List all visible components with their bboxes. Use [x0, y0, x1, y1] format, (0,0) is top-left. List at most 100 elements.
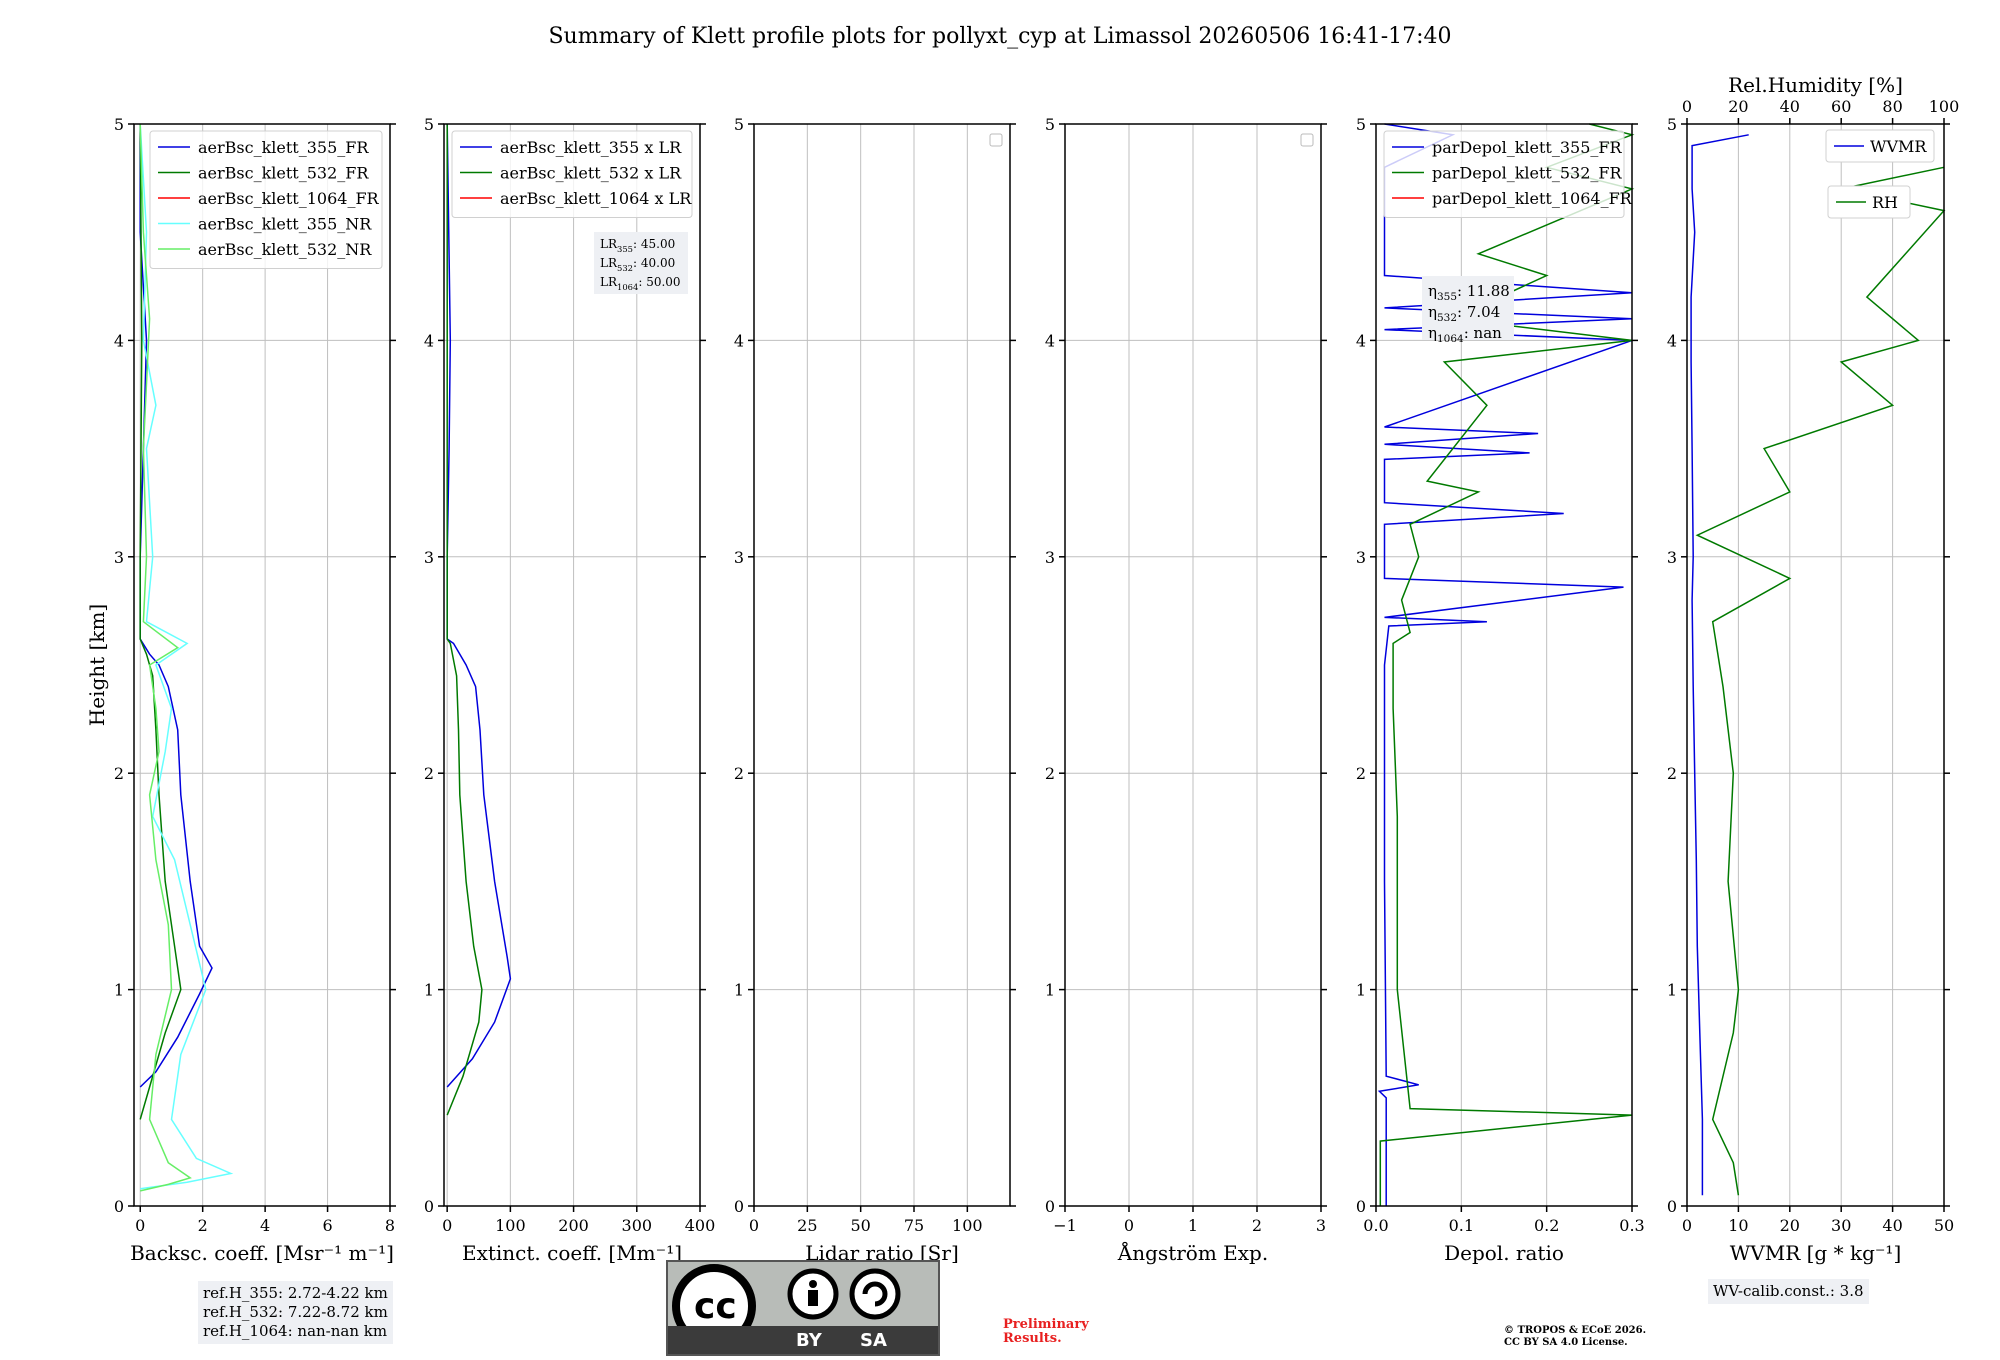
x2-tick-label: 0 — [1682, 97, 1692, 116]
legend-label: WVMR — [1870, 137, 1927, 156]
y-tick-label: 0 — [114, 1197, 124, 1216]
x-tick-label: 25 — [797, 1216, 817, 1235]
legend: aerBsc_klett_355_FR aerBsc_klett_532_FRae… — [149, 130, 383, 269]
legend-label: aerBsc_klett_532 x LR — [500, 164, 682, 183]
lidar-ratio-info: LR355: 45.00LR532: 40.00LR1064: 50.00 — [594, 232, 688, 294]
copyright-note: © TROPOS & ECoE 2026. CC BY SA 4.0 Licen… — [1504, 1325, 1646, 1349]
y-tick-label: 3 — [1045, 548, 1055, 567]
x-tick-label: 20 — [1780, 1216, 1800, 1235]
cc-text: cc — [694, 1286, 737, 1327]
x-tick-label: 300 — [622, 1216, 653, 1235]
y-tick-label: 1 — [1667, 981, 1677, 1000]
legend-label: parDepol_klett_1064_FR — [1432, 189, 1633, 208]
x2-tick-label: 80 — [1882, 97, 1902, 116]
x-tick-label: 50 — [1934, 1216, 1954, 1235]
y-tick-label: 3 — [1667, 548, 1677, 567]
y-tick-label: 2 — [734, 764, 744, 783]
axes-frame — [753, 123, 1011, 1207]
panel-6: 0123450 10 20 30 40 50WVMR [g * kg⁻¹]0 20 40 60 8… — [1667, 73, 1959, 1265]
legend-label: aerBsc_klett_532_FR — [198, 164, 369, 183]
wv-calib-const: WV-calib.const.: 3.8 — [1713, 1282, 1864, 1300]
y-tick-label: 2 — [1045, 764, 1055, 783]
x-tick-label: 0.3 — [1619, 1216, 1644, 1235]
x-tick-label: 200 — [558, 1216, 589, 1235]
x-tick-label: 75 — [904, 1216, 924, 1235]
x2-axis-label: Rel.Humidity [%] — [1728, 73, 1903, 97]
x-tick-label: 3 — [1316, 1216, 1326, 1235]
x-tick-label: 100 — [495, 1216, 526, 1235]
x-tick-label: 0 — [749, 1216, 759, 1235]
series-line-aerbsc-klett-355-x-lr — [446, 123, 512, 1088]
legend-label: RH — [1872, 193, 1898, 212]
legend: aerBsc_klett_355 x LR aerBsc_klett_532 x … — [451, 130, 693, 218]
license-sa: SA — [860, 1330, 887, 1351]
preliminary-note: Preliminary Results. — [1003, 1318, 1089, 1346]
x-tick-label: 6 — [322, 1216, 332, 1235]
y-tick-label: 5 — [114, 115, 124, 134]
y-tick-label: 3 — [114, 548, 124, 567]
y-tick-label: 5 — [424, 115, 434, 134]
y-tick-label: 4 — [114, 331, 124, 350]
panel-1: 0 1 2 3 4 5 0 2 4 6 8 Backsc. coeff. [Msr⁻¹ m⁻¹] Hei… — [85, 115, 396, 1265]
x-axis-label: Extinct. coeff. [Mm⁻¹] — [462, 1241, 682, 1265]
ref-height-355: ref.H_355: 2.72-4.22 km — [203, 1284, 388, 1302]
series-line-rh — [1695, 166, 1946, 1196]
axes-frame — [1686, 123, 1945, 1207]
figure: Summary of Klett profile plots for polly… — [85, 24, 1959, 1265]
x-tick-label: 30 — [1831, 1216, 1851, 1235]
y-tick-label: 3 — [734, 548, 744, 567]
y-tick-label: 0 — [1667, 1197, 1677, 1216]
legend-label: aerBsc_klett_355_NR — [198, 215, 372, 234]
legend-rh: RH — [1827, 185, 1911, 219]
preliminary-line-2: Results. — [1003, 1331, 1062, 1346]
y-tick-label: 1 — [1045, 981, 1055, 1000]
panel-3: 0123450 25 50 75 100Lidar ratio [Sr] — [734, 115, 1016, 1265]
ref-height-532: ref.H_532: 7.22-8.72 km — [203, 1303, 388, 1321]
y-tick-label: 5 — [1045, 115, 1055, 134]
legend-label: aerBsc_klett_532_NR — [198, 240, 372, 259]
y-tick-label: 4 — [1356, 331, 1366, 350]
y-tick-label: 2 — [424, 764, 434, 783]
y-tick-label: 0 — [1045, 1197, 1055, 1216]
legend-label: aerBsc_klett_355_FR — [198, 138, 369, 157]
x-axis-label: Backsc. coeff. [Msr⁻¹ m⁻¹] — [130, 1241, 394, 1265]
panel-5: 0 1 2 3 4 5 0.0 0.1 0.2 0.3 Depol. ratio parDepol_k… — [1356, 115, 1645, 1265]
x-tick-label: 8 — [385, 1216, 395, 1235]
preliminary-line-1: Preliminary — [1003, 1317, 1089, 1332]
license-bar: BY SA — [668, 1326, 938, 1354]
ref-height-1064: ref.H_1064: nan-nan km — [203, 1322, 388, 1340]
x-tick-label: 0.1 — [1449, 1216, 1474, 1235]
x-tick-label: −1 — [1053, 1216, 1077, 1235]
x-tick-label: 100 — [952, 1216, 983, 1235]
license-by: BY — [796, 1330, 822, 1351]
copyright-line-1: © TROPOS & ECoE 2026. — [1504, 1325, 1647, 1336]
y-tick-label: 5 — [1356, 115, 1366, 134]
y-tick-label: 0 — [734, 1197, 744, 1216]
x-axis-label: Depol. ratio — [1444, 1241, 1564, 1265]
x-axis-label: WVMR [g * kg⁻¹] — [1730, 1241, 1902, 1265]
y-tick-label: 5 — [734, 115, 744, 134]
x2-tick-label: 20 — [1728, 97, 1748, 116]
y-tick-label: 1 — [1356, 981, 1366, 1000]
y-tick-label: 2 — [114, 764, 124, 783]
y-axis-label: Height [km] — [85, 604, 109, 726]
wv-calib-box: WV-calib.const.: 3.8 — [1708, 1279, 1869, 1304]
y-tick-label: 4 — [1667, 331, 1677, 350]
y-tick-label: 1 — [114, 981, 124, 1000]
panel-4: 012345−1 0 1 2 3Ångström Exp. — [1045, 115, 1327, 1265]
y-tick-label: 3 — [424, 548, 434, 567]
y-tick-label: 0 — [1356, 1197, 1366, 1216]
cc-license-badge: cc BY SA — [666, 1260, 940, 1356]
y-tick-label: 5 — [1667, 115, 1677, 134]
x-tick-label: 2 — [1252, 1216, 1262, 1235]
x2-tick-label: 60 — [1831, 97, 1851, 116]
y-tick-label: 4 — [424, 331, 434, 350]
x-tick-label: 2 — [198, 1216, 208, 1235]
depol-calib-info: η355: 11.88η532: 7.04η1064: nan — [1422, 276, 1514, 345]
y-tick-label: 2 — [1356, 764, 1366, 783]
x-tick-label: 1 — [1188, 1216, 1198, 1235]
y-tick-label: 0 — [424, 1197, 434, 1216]
y-tick-label: 4 — [734, 331, 744, 350]
y-tick-label: 2 — [1667, 764, 1677, 783]
legend-label: parDepol_klett_532_FR — [1432, 164, 1623, 183]
